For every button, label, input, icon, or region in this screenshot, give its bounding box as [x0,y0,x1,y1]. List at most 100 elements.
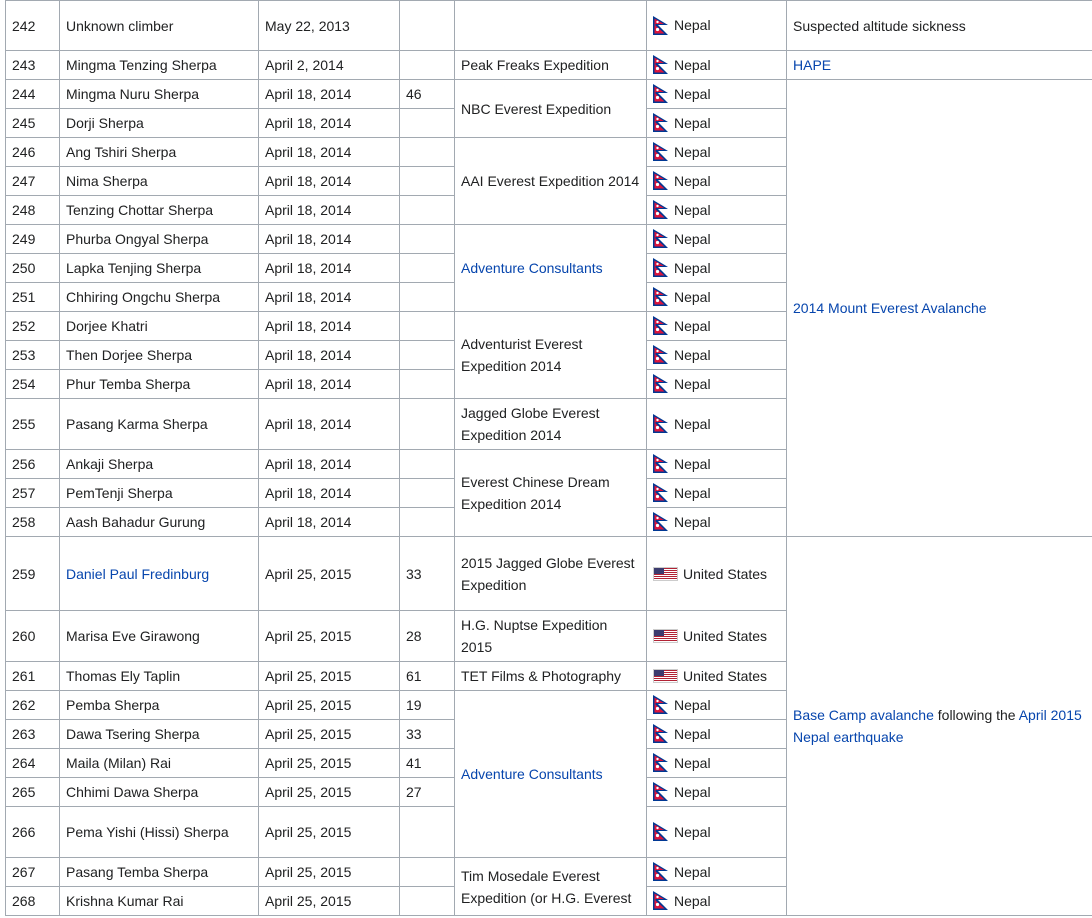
climber-name: Nima Sherpa [66,173,148,189]
expedition-cell: Everest Chinese Dream Expedition 2014 [454,449,647,537]
death-date: April 25, 2015 [265,565,352,582]
row-number: 251 [12,289,36,305]
cause-cell: Suspected altitude sickness [786,0,1092,51]
nationality-cell: Nepal [646,886,787,916]
row-number: 261 [12,668,36,684]
death-date: April 18, 2014 [265,173,352,189]
nationality-cell: Nepal [646,166,787,196]
climber-name-cell: Dorji Sherpa [59,108,259,138]
nationality-name: Nepal [674,484,711,501]
climber-name: Maila (Milan) Rai [66,755,172,771]
row-number-cell: 250 [5,253,60,283]
date-cell: April 25, 2015 [258,777,400,807]
expedition-name: TET Films & Photography [461,668,622,684]
row-number: 268 [12,893,36,909]
expedition-link[interactable]: Adventure Consultants [461,766,603,782]
nationality-cell: Nepal [646,282,787,312]
row-number-cell: 252 [5,311,60,341]
climber-name: Pasang Karma Sherpa [66,416,208,432]
age-cell [399,857,455,887]
nationality-cell: Nepal [646,748,787,778]
cause-cell: Base Camp avalanche following the April … [786,536,1092,916]
nationality-name: United States [683,668,768,684]
nationality-name: Nepal [674,725,711,742]
row-number-cell: 251 [5,282,60,312]
age-cell [399,340,455,370]
row-number-cell: 259 [5,536,60,611]
age-cell: 61 [399,661,455,691]
death-date: April 2, 2014 [265,57,344,73]
nationality-cell: United States [646,536,787,611]
nationality-name: Nepal [674,85,711,102]
climber-name-cell: Thomas Ely Taplin [59,661,259,691]
row-number: 267 [12,864,36,880]
death-date: April 18, 2014 [265,514,352,530]
date-cell: April 18, 2014 [258,369,400,399]
death-date: April 18, 2014 [265,376,352,392]
nationality-cell: Nepal [646,253,787,283]
nationality-name: Nepal [674,288,711,305]
nationality-name: Nepal [674,892,711,909]
nationality-cell: Nepal [646,108,787,138]
nationality-name: Nepal [674,230,711,247]
expedition-cell: Adventure Consultants [454,690,647,858]
nepal-flag-icon [653,55,668,75]
date-cell: April 25, 2015 [258,719,400,749]
age-cell [399,507,455,537]
date-cell: April 18, 2014 [258,79,400,109]
nepal-flag-icon [653,782,668,802]
climber-name-cell: Unknown climber [59,0,259,51]
age-value: 19 [406,697,422,713]
nepal-flag-icon [653,345,668,365]
age-value: 33 [406,565,422,582]
nepal-flag-icon [653,200,668,220]
climber-name-cell: Lapka Tenjing Sherpa [59,253,259,283]
row-number-cell: 257 [5,478,60,508]
age-cell: 27 [399,777,455,807]
climber-name: Dorji Sherpa [66,115,144,131]
nationality-cell: Nepal [646,806,787,858]
nepal-flag-icon [653,862,668,882]
date-cell: April 18, 2014 [258,340,400,370]
death-date: April 25, 2015 [265,893,352,909]
climber-name: Ang Tshiri Sherpa [66,144,177,160]
nationality-cell: Nepal [646,0,787,51]
row-number-cell: 254 [5,369,60,399]
table-row: 244 Mingma Nuru Sherpa April 18, 2014 46 NBC… [5,79,1092,537]
row-number: 259 [12,565,36,582]
nationality-name: United States [683,565,768,582]
nepal-flag-icon [653,374,668,394]
row-number: 260 [12,628,36,644]
expedition-name: Tim Mosedale Everest Expedition (or H.G.… [461,867,632,906]
cause-link[interactable]: Base Camp avalanche [793,707,934,723]
date-cell: April 25, 2015 [258,690,400,720]
expedition-link[interactable]: Adventure Consultants [461,260,603,276]
row-number: 248 [12,202,36,218]
row-number-cell: 255 [5,398,60,450]
cause-link[interactable]: 2014 Mount Everest Avalanche [793,300,987,316]
nationality-cell: Nepal [646,857,787,887]
nationality-cell: Nepal [646,478,787,508]
expedition-cell: Jagged Globe Everest Expedition 2014 [454,398,647,450]
death-date: April 18, 2014 [265,86,352,102]
row-number-cell: 264 [5,748,60,778]
expedition-name: Jagged Globe Everest Expedition 2014 [461,405,600,443]
age-value: 61 [406,668,422,684]
row-number-cell: 265 [5,777,60,807]
row-number-cell: 248 [5,195,60,225]
row-number: 263 [12,726,36,742]
date-cell: April 18, 2014 [258,108,400,138]
nepal-flag-icon [653,753,668,773]
date-cell: April 18, 2014 [258,507,400,537]
nationality-cell: United States [646,610,787,662]
row-number: 243 [12,57,36,73]
cause-link[interactable]: HAPE [793,57,831,73]
nationality-name: Nepal [674,455,711,472]
nationality-cell: Nepal [646,50,787,80]
cause-text: following the [933,707,1019,723]
climber-name-link[interactable]: Daniel Paul Fredinburg [66,566,209,582]
death-date: April 25, 2015 [265,726,352,742]
date-cell: April 18, 2014 [258,137,400,167]
nationality-cell: Nepal [646,507,787,537]
climber-name-cell: Phurba Ongyal Sherpa [59,224,259,254]
